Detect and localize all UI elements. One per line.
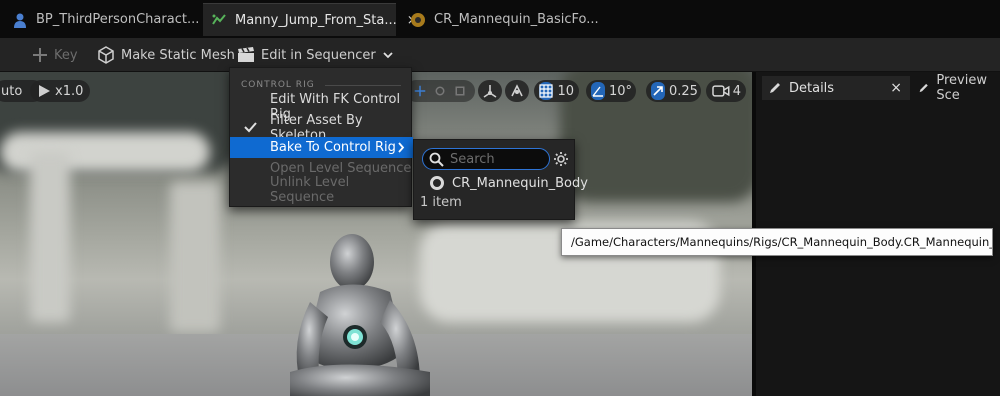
menu-item-bake-to-control-rig[interactable]: Bake To Control Rig: [230, 137, 413, 158]
grid-snap-group: 10: [534, 80, 579, 102]
rotate-icon[interactable]: [434, 83, 446, 99]
section-divider: [324, 84, 401, 86]
item-count: 1 item: [420, 195, 462, 210]
tab-bp-third-person-character[interactable]: BP_ThirdPersonCharact...: [4, 3, 200, 36]
menu-item-label: Bake To Control Rig: [270, 140, 396, 155]
tab-preview-scene-settings[interactable]: Preview Sce: [914, 73, 1000, 103]
background-pillar: [170, 182, 220, 332]
playback-speed-button[interactable]: x1.0: [30, 80, 91, 102]
gear-icon[interactable]: [553, 151, 569, 167]
surface-snap-button[interactable]: [505, 80, 529, 102]
list-item-cr-mannequin-body[interactable]: CR_Mannequin_Body: [430, 173, 588, 193]
camera-speed-group[interactable]: 4: [706, 80, 746, 102]
animation-icon: [211, 12, 227, 28]
tab-cr-mannequin-basic-footik[interactable]: CR_Mannequin_BasicFo...: [402, 3, 599, 36]
menu-item-filter-asset-by-skeleton[interactable]: Filter Asset By Skeleton: [230, 113, 413, 143]
search-box: [422, 148, 550, 170]
static-mesh-icon: [98, 46, 114, 64]
angle-icon: [592, 86, 603, 97]
translate-icon[interactable]: [414, 83, 426, 99]
edit-in-sequencer-button[interactable]: Edit in Sequencer: [237, 43, 394, 67]
play-icon: [39, 85, 50, 97]
grid-snap-value[interactable]: 10: [557, 84, 574, 99]
pencil-icon: [770, 83, 780, 93]
chevron-down-icon: [383, 52, 393, 59]
person-icon: [12, 12, 28, 28]
make-static-mesh-button[interactable]: Make Static Mesh: [97, 43, 235, 67]
section-header-label: CONTROL RIG: [241, 80, 315, 90]
mannequin-character: [290, 234, 430, 396]
plus-icon: [33, 48, 47, 62]
rotation-snap-group: 10°: [586, 80, 636, 102]
scale-snap-value[interactable]: 0.25: [669, 84, 698, 99]
control-rig-icon: [410, 12, 426, 28]
tab-details[interactable]: Details ×: [762, 76, 910, 100]
tab-manny-jump-from-stand[interactable]: Manny_Jump_From_Sta... ×: [203, 3, 418, 36]
toolbar: Key Make Static Mesh Edit in Sequencer: [0, 38, 1000, 72]
camera-speed-value: 4: [732, 83, 741, 99]
menu-item-unlink-level-sequence[interactable]: Unlink Level Sequence: [230, 175, 413, 205]
background-pillar: [30, 152, 70, 322]
pencil-icon: [919, 83, 928, 93]
clapperboard-icon: [238, 47, 254, 62]
surface-snap-icon: [511, 84, 523, 97]
grid-snap-toggle[interactable]: [539, 82, 554, 100]
tab-label: CR_Mannequin_BasicFo...: [434, 12, 599, 27]
playback-speed-label: x1.0: [55, 83, 84, 99]
preview-tab-label: Preview Sce: [936, 73, 987, 103]
control-rig-picker-submenu: CR_Mannequin_Body 1 item: [413, 139, 588, 220]
details-tab-label: Details: [789, 80, 835, 96]
search-icon: [429, 152, 444, 167]
checkmark-icon: [244, 122, 257, 133]
tab-label: BP_ThirdPersonCharact...: [36, 12, 200, 27]
tab-label: Manny_Jump_From_Sta...: [235, 12, 397, 28]
camera-icon: [712, 85, 730, 97]
list-item-label: CR_Mannequin_Body: [452, 175, 588, 191]
rotation-snap-toggle[interactable]: [591, 82, 605, 100]
radio-icon: [430, 176, 444, 190]
asset-path-tooltip: /Game/Characters/Mannequins/Rigs/CR_Mann…: [561, 228, 993, 256]
scale-snap-group: 0.25: [646, 80, 701, 102]
scale-icon[interactable]: [454, 83, 466, 99]
menu-item-label: Unlink Level Sequence: [270, 174, 350, 205]
chevron-right-icon: [398, 142, 405, 153]
edit-in-sequencer-menu: CONTROL RIG Edit With FK Control Rig Fil…: [229, 67, 413, 207]
scale-arrow-icon: [653, 86, 663, 96]
view-mode-label: uto: [1, 83, 23, 99]
grid-icon: [539, 84, 553, 98]
scale-snap-toggle[interactable]: [651, 82, 665, 100]
key-button[interactable]: Key: [32, 43, 78, 67]
rotation-snap-value[interactable]: 10°: [609, 84, 632, 99]
edit-in-sequencer-label: Edit in Sequencer: [261, 47, 376, 63]
close-details-icon[interactable]: ×: [890, 80, 902, 96]
editor-tab-bar: BP_ThirdPersonCharact... Manny_Jump_From…: [0, 0, 1000, 38]
transform-tools-group: [405, 80, 475, 102]
search-input[interactable]: [450, 151, 540, 167]
local-space-button[interactable]: [478, 80, 502, 102]
make-static-mesh-label: Make Static Mesh: [121, 47, 235, 63]
key-label: Key: [54, 47, 78, 63]
coordinate-system-icon: [483, 85, 497, 98]
